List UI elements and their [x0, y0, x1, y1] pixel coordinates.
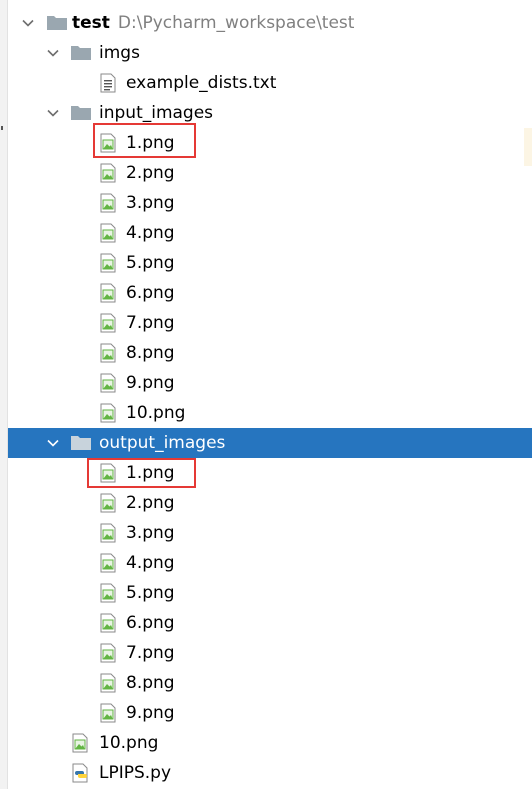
- file-label: 9.png: [126, 703, 175, 723]
- tree-row-output-images-folder[interactable]: output_images: [8, 428, 532, 458]
- file-label: 7.png: [126, 643, 175, 663]
- gutter-marker: [1, 126, 3, 130]
- tree-row-output-image-file[interactable]: 6.png: [8, 608, 532, 638]
- image-file-icon: [100, 373, 116, 393]
- file-label: 7.png: [126, 313, 175, 333]
- tree-row-output-image-file[interactable]: 1.png: [8, 458, 532, 488]
- tree-row-project-root[interactable]: test D:\Pycharm_workspace\test: [8, 8, 532, 38]
- tree-row-root-image-file[interactable]: 10.png: [8, 728, 532, 758]
- tree-row-input-image-file[interactable]: 2.png: [8, 158, 532, 188]
- tree-row-input-image-file[interactable]: 8.png: [8, 338, 532, 368]
- tree-row-input-image-file[interactable]: 10.png: [8, 398, 532, 428]
- image-file-icon: [100, 343, 116, 363]
- tree-row-output-image-file[interactable]: 5.png: [8, 578, 532, 608]
- project-tree-panel: test D:\Pycharm_workspace\test imgs examp…: [0, 0, 532, 789]
- tree-row-input-image-file[interactable]: 7.png: [8, 308, 532, 338]
- image-file-icon: [100, 493, 116, 513]
- file-label: 8.png: [126, 343, 175, 363]
- python-file-icon: [72, 763, 90, 783]
- tree-row-input-image-file[interactable]: 5.png: [8, 248, 532, 278]
- tree-row-output-image-file[interactable]: 9.png: [8, 698, 532, 728]
- file-label: 8.png: [126, 673, 175, 693]
- tree-row-example-dists[interactable]: example_dists.txt: [8, 68, 532, 98]
- image-file-icon: [100, 463, 116, 483]
- image-file-icon: [100, 193, 116, 213]
- file-label: 9.png: [126, 373, 175, 393]
- folder-icon: [70, 44, 92, 62]
- file-label: 4.png: [126, 223, 175, 243]
- tree-row-input-image-file[interactable]: 3.png: [8, 188, 532, 218]
- image-file-icon: [72, 733, 88, 753]
- tree-row-input-image-file[interactable]: 9.png: [8, 368, 532, 398]
- image-file-icon: [100, 313, 116, 333]
- folder-label-imgs: imgs: [99, 43, 140, 63]
- file-label: 4.png: [126, 553, 175, 573]
- tree-row-python-file[interactable]: LPIPS.py: [8, 758, 532, 788]
- image-file-icon: [100, 613, 116, 633]
- image-file-icon: [100, 283, 116, 303]
- image-file-icon: [100, 223, 116, 243]
- file-label: LPIPS.py: [99, 763, 172, 783]
- image-file-icon: [100, 133, 116, 153]
- folder-label-output-images: output_images: [99, 433, 226, 453]
- file-label: 2.png: [126, 493, 175, 513]
- file-label: 3.png: [126, 193, 175, 213]
- project-label: test D:\Pycharm_workspace\test: [72, 13, 354, 33]
- file-label: 3.png: [126, 523, 175, 543]
- file-label: 10.png: [126, 403, 186, 423]
- chevron-down-icon[interactable]: [20, 15, 36, 31]
- tree-row-input-image-file[interactable]: 4.png: [8, 218, 532, 248]
- image-file-icon: [100, 703, 116, 723]
- tree-row-output-image-file[interactable]: 7.png: [8, 638, 532, 668]
- image-file-icon: [100, 163, 116, 183]
- left-gutter: [0, 0, 8, 789]
- project-path: D:\Pycharm_workspace\test: [117, 13, 355, 33]
- tree-row-output-image-file[interactable]: 4.png: [8, 548, 532, 578]
- image-file-icon: [100, 643, 116, 663]
- image-file-icon: [100, 553, 116, 573]
- tree-row-input-images-folder[interactable]: input_images: [8, 98, 532, 128]
- folder-label-input-images: input_images: [99, 103, 214, 123]
- file-label: 6.png: [126, 283, 175, 303]
- tree-row-output-image-file[interactable]: 2.png: [8, 488, 532, 518]
- image-file-icon: [100, 523, 116, 543]
- tree-row-input-image-file[interactable]: 6.png: [8, 278, 532, 308]
- tree-row-output-image-file[interactable]: 3.png: [8, 518, 532, 548]
- chevron-down-icon[interactable]: [45, 105, 61, 121]
- file-label: 1.png: [126, 463, 175, 483]
- image-file-icon: [100, 673, 116, 693]
- chevron-down-icon[interactable]: [45, 435, 61, 451]
- text-file-icon: [100, 73, 116, 93]
- file-label: 5.png: [126, 253, 175, 273]
- folder-icon: [70, 434, 92, 452]
- chevron-down-icon[interactable]: [45, 45, 61, 61]
- file-label-example-dists: example_dists.txt: [126, 73, 277, 93]
- file-label: 6.png: [126, 613, 175, 633]
- image-file-icon: [100, 403, 116, 423]
- tree-row-imgs-folder[interactable]: imgs: [8, 38, 532, 68]
- file-label: 10.png: [99, 733, 159, 753]
- image-file-icon: [100, 583, 116, 603]
- file-label: 1.png: [126, 133, 175, 153]
- project-name: test: [72, 13, 110, 33]
- tree-row-output-image-file[interactable]: 8.png: [8, 668, 532, 698]
- file-label: 2.png: [126, 163, 175, 183]
- image-file-icon: [100, 253, 116, 273]
- folder-icon: [70, 104, 92, 122]
- tree-row-input-image-file[interactable]: 1.png: [8, 128, 532, 158]
- folder-icon: [46, 14, 68, 32]
- file-label: 5.png: [126, 583, 175, 603]
